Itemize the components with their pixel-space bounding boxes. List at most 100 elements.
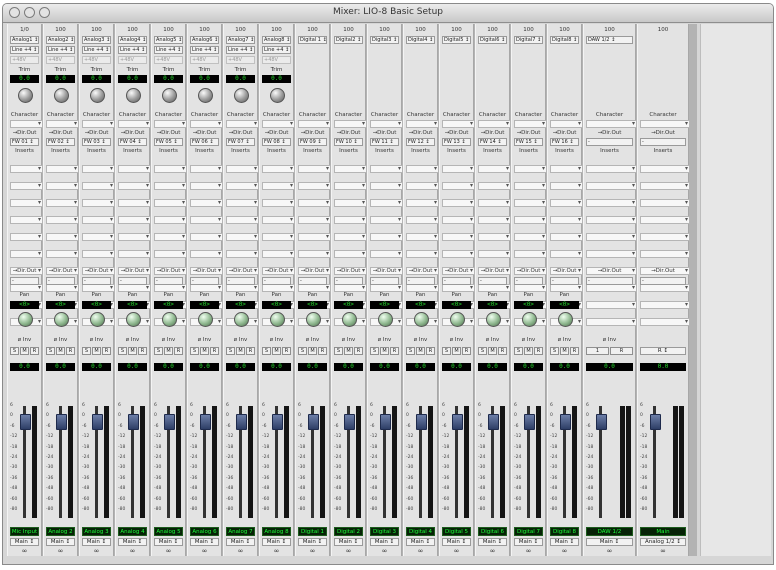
insert-slot[interactable] (514, 216, 547, 224)
insert-slot[interactable] (586, 182, 637, 190)
insert-slot[interactable] (154, 199, 187, 207)
insert-slot[interactable] (370, 233, 403, 241)
direct-out-select[interactable]: - (334, 277, 363, 285)
link-icon[interactable]: ∞ (154, 548, 183, 555)
link-right-button[interactable]: R (610, 347, 633, 355)
insert-slot[interactable] (190, 284, 223, 292)
record-button[interactable]: R (426, 347, 435, 355)
insert-slot[interactable] (154, 216, 187, 224)
direct-out-select[interactable]: FW 16 ↕ (550, 138, 579, 146)
pan-knob[interactable] (197, 312, 213, 327)
channel-name[interactable]: Analog 2 (46, 527, 75, 536)
insert-slot[interactable] (334, 182, 367, 190)
insert-slot[interactable] (118, 165, 151, 173)
insert-slot[interactable] (586, 250, 637, 258)
character-select[interactable] (334, 120, 367, 128)
solo-button[interactable]: S (514, 347, 523, 355)
mute-button[interactable]: M (164, 347, 173, 355)
phase-invert-button[interactable]: ø Inv (550, 337, 579, 344)
insert-slot[interactable] (82, 182, 115, 190)
channel-name[interactable]: Digital 5 (442, 527, 471, 536)
insert-slot[interactable] (118, 233, 151, 241)
insert-slot[interactable] (550, 165, 583, 173)
level-select[interactable]: Line +4 ↕ (262, 46, 291, 54)
insert-slot[interactable] (46, 182, 79, 190)
insert-slot[interactable] (640, 284, 690, 292)
insert-slot[interactable] (334, 250, 367, 258)
phase-invert-button[interactable]: ø Inv (10, 337, 39, 344)
output-select[interactable]: Main ↕ (514, 538, 543, 546)
direct-out-select[interactable]: FW 04 ↕ (118, 138, 147, 146)
record-button[interactable]: R (30, 347, 39, 355)
solo-button[interactable]: S (262, 347, 271, 355)
insert-slot[interactable] (334, 199, 367, 207)
direct-out-select[interactable]: - (442, 277, 471, 285)
insert-slot[interactable] (478, 199, 511, 207)
input-select[interactable]: Digital5 ↕ (442, 36, 471, 44)
channel-name[interactable]: Digital 6 (478, 527, 507, 536)
record-button[interactable]: R (174, 347, 183, 355)
title-bar[interactable]: Mixer: LIO-8 Basic Setup (3, 4, 773, 23)
input-select[interactable]: Analog1 ↕ (10, 36, 39, 44)
fader-handle[interactable] (380, 414, 391, 430)
direct-out-select[interactable]: FW 03 ↕ (82, 138, 111, 146)
fader-handle[interactable] (560, 414, 571, 430)
insert-slot[interactable] (334, 284, 367, 292)
insert-slot[interactable] (82, 165, 115, 173)
insert-slot[interactable] (190, 250, 223, 258)
insert-slot[interactable] (334, 216, 367, 224)
insert-slot[interactable] (586, 165, 637, 173)
character-select[interactable] (550, 120, 583, 128)
insert-slot[interactable] (226, 199, 259, 207)
output-select[interactable]: Main ↕ (370, 538, 399, 546)
phase-invert-button[interactable]: ø Inv (370, 337, 399, 344)
character-select[interactable] (46, 120, 79, 128)
insert-slot[interactable] (10, 284, 43, 292)
character-select[interactable] (10, 120, 43, 128)
insert-slot[interactable] (640, 182, 690, 190)
insert-slot[interactable] (298, 199, 331, 207)
output-select[interactable]: Main ↕ (10, 538, 39, 546)
direct-out-select[interactable]: FW 01 ↕ (10, 138, 39, 146)
direct-out-select[interactable]: - (550, 277, 579, 285)
channel-name[interactable]: Analog 4 (118, 527, 147, 536)
record-button[interactable]: R (102, 347, 111, 355)
insert-slot[interactable] (406, 233, 439, 241)
trim-knob[interactable] (269, 88, 285, 103)
channel-name[interactable]: Analog 7 (226, 527, 255, 536)
insert-slot[interactable] (406, 199, 439, 207)
insert-slot[interactable] (586, 301, 637, 309)
solo-button[interactable]: S (550, 347, 559, 355)
phantom-power-button[interactable]: +48V (226, 56, 255, 64)
solo-button[interactable]: S (46, 347, 55, 355)
insert-slot[interactable] (370, 250, 403, 258)
insert-slot[interactable] (226, 182, 259, 190)
insert-slot[interactable] (82, 216, 115, 224)
mute-button[interactable]: M (524, 347, 533, 355)
insert-slot[interactable] (10, 216, 43, 224)
insert-slot[interactable] (190, 199, 223, 207)
input-select[interactable]: Analog4 ↕ (118, 36, 147, 44)
phase-invert-button[interactable]: ø Inv (190, 337, 219, 344)
character-select[interactable] (586, 120, 637, 128)
insert-slot[interactable] (550, 199, 583, 207)
insert-slot[interactable] (370, 165, 403, 173)
insert-slot[interactable] (46, 199, 79, 207)
channel-name[interactable]: DAW 1/2 (586, 527, 633, 536)
link-left-button[interactable]: 1 (586, 347, 609, 355)
insert-slot[interactable] (478, 182, 511, 190)
pan-knob[interactable] (413, 312, 429, 327)
fader-handle[interactable] (56, 414, 67, 430)
pan-knob[interactable] (269, 312, 285, 327)
insert-slot[interactable] (190, 165, 223, 173)
insert-slot[interactable] (442, 284, 475, 292)
input-select[interactable]: Digital2 ↕ (334, 36, 363, 44)
insert-slot[interactable] (154, 284, 187, 292)
insert-slot[interactable] (46, 233, 79, 241)
insert-slot[interactable] (298, 284, 331, 292)
insert-slot[interactable] (586, 199, 637, 207)
direct-out-select[interactable]: - (262, 277, 291, 285)
insert-slot[interactable] (406, 216, 439, 224)
level-select[interactable]: Line +4 ↕ (154, 46, 183, 54)
phantom-power-button[interactable]: +48V (82, 56, 111, 64)
